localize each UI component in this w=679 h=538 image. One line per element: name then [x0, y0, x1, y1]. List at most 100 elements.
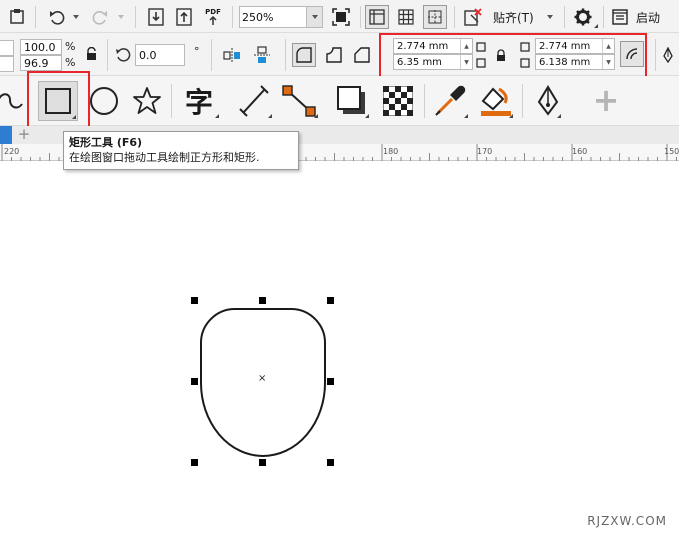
launch-label[interactable]: 启动 — [636, 9, 660, 25]
separator — [603, 6, 604, 28]
active-document-tab[interactable] — [0, 126, 12, 144]
interactive-fill-tool-icon[interactable] — [478, 84, 514, 118]
snap-off-icon[interactable] — [462, 6, 484, 28]
fill-flyout-icon — [509, 114, 513, 118]
selection-handle-middle-right[interactable] — [327, 378, 334, 385]
scale-x-field[interactable]: 100.0 — [20, 39, 62, 55]
rotation-angle-value: 0.0 — [139, 48, 157, 62]
canvas-drawing — [199, 308, 327, 457]
mirror-vertical-icon[interactable] — [252, 45, 272, 65]
snap-to-dropdown-icon[interactable] — [547, 15, 553, 19]
zoom-dropdown-button[interactable] — [306, 7, 322, 27]
show-grid-icon[interactable] — [396, 7, 416, 27]
corner-radius-top-left-value: 2.774 mm — [397, 40, 449, 52]
add-tool-button[interactable]: + — [590, 81, 622, 119]
lock-ratio-icon[interactable] — [84, 45, 98, 63]
outline-pen-icon[interactable] — [660, 45, 676, 65]
text-tool-icon[interactable]: 字 — [181, 83, 217, 119]
scale-y-unit: % — [65, 56, 76, 69]
corner-top-right-icon — [518, 40, 532, 54]
selection-handle-top-center[interactable] — [259, 297, 266, 304]
corner-radius-bottom-left-spinner[interactable]: ▼ — [460, 55, 472, 69]
degree-symbol: ° — [194, 45, 200, 58]
selection-handle-bottom-center[interactable] — [259, 459, 266, 466]
center-point-marker: × — [258, 373, 267, 384]
scale-x-unit: % — [65, 40, 76, 53]
position-y-field[interactable] — [0, 56, 14, 72]
ellipse-tool-icon[interactable] — [88, 85, 120, 117]
scale-y-field[interactable]: 96.9 — [20, 55, 62, 71]
snap-to-label: 贴齐(T) — [493, 10, 534, 25]
pdf-arrow-icon — [209, 16, 217, 25]
connector-flyout-icon — [314, 114, 318, 118]
separator — [107, 39, 108, 71]
drawing-canvas[interactable]: × RJZXW.COM — [0, 161, 679, 538]
position-x-field[interactable] — [0, 40, 14, 56]
property-bar: 100.0 96.9 % % 0.0 ° 2.774 mm ▲ 6.35 mm … — [0, 33, 679, 80]
rectangle-flyout-icon — [72, 115, 76, 119]
separator — [35, 6, 36, 28]
selection-handle-middle-left[interactable] — [191, 378, 198, 385]
transparency-tool-icon[interactable] — [381, 85, 415, 117]
corner-radius-bottom-right-value: 6.138 mm — [539, 56, 591, 68]
rotation-angle-field[interactable]: 0.0 — [135, 44, 185, 66]
selection-handle-top-left[interactable] — [191, 297, 198, 304]
corner-bottom-left-icon — [474, 56, 488, 70]
corner-radius-bottom-right-spinner[interactable]: ▼ — [602, 55, 614, 69]
undo-icon[interactable] — [47, 7, 67, 27]
selection-handle-bottom-right[interactable] — [327, 459, 334, 466]
mirror-horizontal-icon[interactable] — [222, 45, 242, 65]
zoom-dropdown-icon — [312, 15, 318, 19]
import-icon[interactable] — [146, 7, 166, 27]
connector-tool-icon[interactable] — [281, 84, 317, 118]
show-rulers-icon[interactable] — [365, 5, 389, 29]
star-tool-icon[interactable] — [131, 85, 163, 117]
scale-x-value: 100.0 — [24, 40, 56, 54]
selection-handle-top-right[interactable] — [327, 297, 334, 304]
selection-handle-bottom-left[interactable] — [191, 459, 198, 466]
export-icon[interactable] — [174, 7, 194, 27]
show-guidelines-icon[interactable] — [423, 5, 447, 29]
publish-pdf-button[interactable]: PDF — [202, 6, 224, 28]
zoom-level-value: 250% — [242, 10, 274, 24]
drop-shadow-tool-icon[interactable] — [334, 84, 370, 118]
scale-y-value: 96.9 — [24, 56, 49, 70]
dimension-tool-icon[interactable] — [236, 85, 272, 117]
launch-icon[interactable] — [611, 8, 629, 26]
freehand-tool-icon[interactable] — [0, 86, 28, 116]
separator — [522, 84, 523, 118]
lock-corners-icon[interactable] — [494, 47, 508, 63]
ruler-label-160: 160 — [572, 147, 588, 156]
eyedropper-tool-icon[interactable] — [432, 84, 468, 118]
redo-dropdown-icon[interactable] — [118, 15, 124, 19]
tooltip-title: 矩形工具 (F6) — [69, 136, 143, 149]
paste-icon[interactable] — [8, 7, 26, 25]
text-flyout-icon — [215, 114, 219, 118]
chamfered-corner-icon[interactable] — [352, 45, 372, 65]
undo-dropdown-icon[interactable] — [73, 15, 79, 19]
rotation-icon — [114, 46, 132, 64]
round-corner-icon[interactable] — [292, 43, 316, 67]
separator — [135, 6, 136, 28]
separator — [211, 39, 212, 71]
corner-radius-top-right-spinner[interactable]: ▲ — [602, 39, 614, 53]
scalloped-corner-icon[interactable] — [324, 45, 344, 65]
pdf-label: PDF — [205, 8, 221, 16]
redo-icon[interactable] — [90, 7, 110, 27]
relative-corner-scaling-icon[interactable] — [620, 41, 644, 67]
full-screen-icon[interactable] — [331, 7, 351, 27]
gear-icon[interactable] — [573, 7, 593, 27]
outline-tool-icon[interactable] — [532, 84, 564, 118]
ruler-label-170: 170 — [477, 147, 493, 156]
dimension-flyout-icon — [268, 114, 272, 118]
settings-flyout-icon — [594, 24, 598, 28]
corner-top-left-icon — [474, 40, 488, 54]
eyedropper-flyout-icon — [464, 114, 468, 118]
add-document-button[interactable]: + — [16, 125, 32, 143]
standard-toolbar: PDF 250% 贴齐(T) 启动 — [0, 0, 679, 33]
corner-radius-top-left-spinner[interactable]: ▲ — [460, 39, 472, 53]
toolbox: 字 + — [0, 71, 679, 128]
watermark: RJZXW.COM — [587, 514, 667, 528]
outline-flyout-icon — [557, 114, 561, 118]
snap-to-menu[interactable]: 贴齐(T) — [493, 9, 534, 25]
